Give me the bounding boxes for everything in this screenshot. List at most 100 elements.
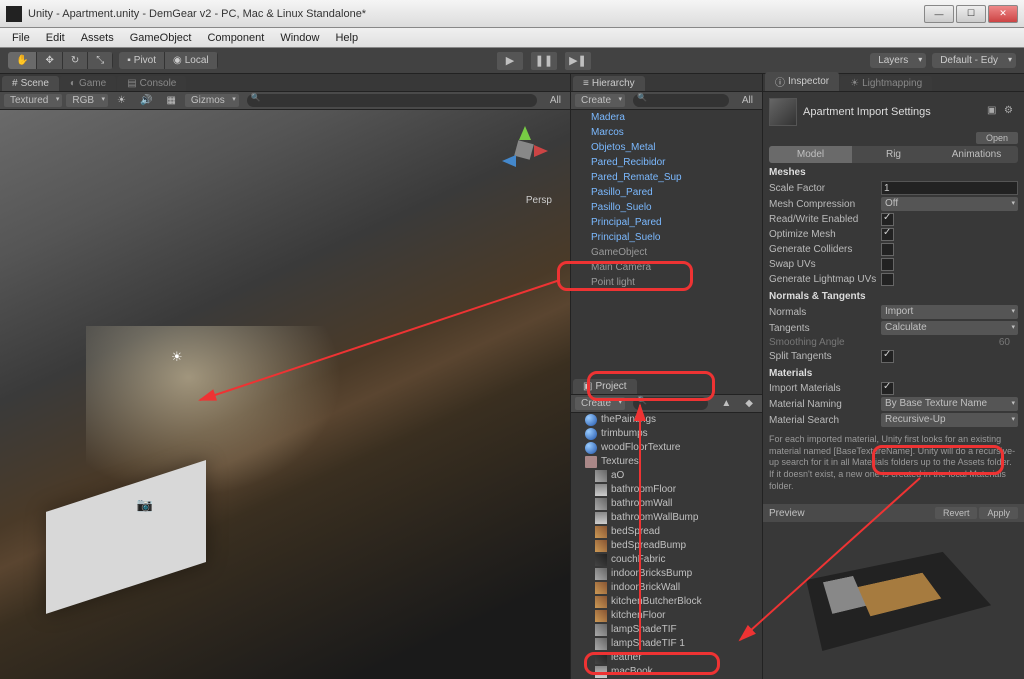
orientation-gizmo[interactable] xyxy=(494,120,554,180)
hierarchy-item[interactable]: Objetos_Metal xyxy=(571,140,762,155)
tab-project[interactable]: ▣ Project xyxy=(573,379,637,394)
project-texture[interactable]: leather xyxy=(571,651,762,665)
pause-button[interactable]: ❚❚ xyxy=(531,52,557,70)
light-toggle[interactable]: ☀ xyxy=(112,94,131,107)
generate-colliders-checkbox[interactable] xyxy=(881,243,894,256)
normals-dropdown[interactable]: Import xyxy=(881,305,1018,319)
shading-dropdown[interactable]: Textured xyxy=(4,94,62,107)
project-texture[interactable]: kitchenButcherBlock xyxy=(571,595,762,609)
optimize-mesh-checkbox[interactable] xyxy=(881,228,894,241)
gear-icon[interactable]: ⚙ xyxy=(1004,105,1018,119)
hierarchy-item[interactable]: Pared_Remate_Sup xyxy=(571,170,762,185)
project-create[interactable]: Create xyxy=(575,397,625,410)
project-texture[interactable]: bathroomWallBump xyxy=(571,511,762,525)
revert-button[interactable]: Revert xyxy=(935,507,978,519)
project-texture[interactable]: indoorBricksBump xyxy=(571,567,762,581)
tangents-dropdown[interactable]: Calculate xyxy=(881,321,1018,335)
layers-dropdown[interactable]: Layers xyxy=(870,53,926,68)
animations-tab[interactable]: Animations xyxy=(935,146,1018,163)
project-filter1[interactable]: ▲ xyxy=(716,397,736,410)
hierarchy-item[interactable]: Marcos xyxy=(571,125,762,140)
menu-assets[interactable]: Assets xyxy=(73,30,122,46)
tab-inspector[interactable]: ⓘ Inspector xyxy=(765,72,839,91)
gizmos-dropdown[interactable]: Gizmos xyxy=(185,94,239,107)
scale-tool[interactable]: ⤡ xyxy=(88,52,113,69)
hierarchy-search[interactable] xyxy=(633,94,729,107)
open-button[interactable]: Open xyxy=(976,132,1018,144)
project-search[interactable] xyxy=(633,397,708,410)
tab-scene[interactable]: # Scene xyxy=(2,76,59,91)
hierarchy-item[interactable]: Pared_Recibidor xyxy=(571,155,762,170)
rgb-dropdown[interactable]: RGB xyxy=(66,94,108,107)
hierarchy-item[interactable]: GameObject xyxy=(571,245,762,260)
hierarchy-item[interactable]: Principal_Suelo xyxy=(571,230,762,245)
scene-view[interactable]: ☀ 📷 Persp xyxy=(0,110,570,679)
project-texture[interactable]: bedSpreadBump xyxy=(571,539,762,553)
play-button[interactable]: ▶ xyxy=(497,52,523,70)
menu-help[interactable]: Help xyxy=(327,30,366,46)
tab-game[interactable]: ◐ Game xyxy=(60,76,116,91)
project-texture[interactable]: kitchenFloor xyxy=(571,609,762,623)
minimize-button[interactable]: — xyxy=(924,5,954,23)
menu-edit[interactable]: Edit xyxy=(38,30,73,46)
layout-dropdown[interactable]: Default - Edy xyxy=(932,53,1016,68)
project-texture[interactable]: indoorBrickWall xyxy=(571,581,762,595)
hierarchy-item[interactable]: Madera xyxy=(571,110,762,125)
project-texture[interactable]: bathroomFloor xyxy=(571,483,762,497)
hand-tool[interactable]: ✋ xyxy=(8,52,37,69)
hierarchy-item[interactable]: Pasillo_Suelo xyxy=(571,200,762,215)
material-naming-dropdown[interactable]: By Base Texture Name xyxy=(881,397,1018,411)
step-button[interactable]: ▶❚ xyxy=(565,52,591,70)
scene-all[interactable]: All xyxy=(545,94,566,107)
hierarchy-item[interactable]: Point light xyxy=(571,275,762,290)
project-texture[interactable]: macBook xyxy=(571,665,762,679)
audio-toggle[interactable]: 🔊 xyxy=(135,94,157,107)
menu-window[interactable]: Window xyxy=(272,30,327,46)
menu-component[interactable]: Component xyxy=(199,30,272,46)
material-search-dropdown[interactable]: Recursive-Up xyxy=(881,413,1018,427)
camera-gizmo-icon[interactable]: 📷 xyxy=(137,497,153,513)
project-item[interactable]: thePaintings xyxy=(571,413,762,427)
rotate-tool[interactable]: ↻ xyxy=(63,52,88,69)
fx-toggle[interactable]: ▦ xyxy=(161,94,180,107)
hierarchy-create[interactable]: Create xyxy=(575,94,625,107)
preview-body[interactable] xyxy=(763,522,1024,662)
maximize-button[interactable]: ☐ xyxy=(956,5,986,23)
split-tangents-checkbox[interactable] xyxy=(881,350,894,363)
project-texture[interactable]: couchFabric xyxy=(571,553,762,567)
close-button[interactable]: ✕ xyxy=(988,5,1018,23)
import-materials-checkbox[interactable] xyxy=(881,382,894,395)
hierarchy-all[interactable]: All xyxy=(737,94,758,107)
project-folder[interactable]: Textures xyxy=(571,455,762,469)
project-texture[interactable]: aO xyxy=(571,469,762,483)
swap-uvs-checkbox[interactable] xyxy=(881,258,894,271)
tab-lightmapping[interactable]: ☀ Lightmapping xyxy=(840,76,932,91)
persp-label[interactable]: Persp xyxy=(526,195,552,206)
local-toggle[interactable]: ◉ Local xyxy=(165,52,218,69)
project-texture[interactable]: lampShadeTIF xyxy=(571,623,762,637)
hierarchy-item[interactable]: Pasillo_Pared xyxy=(571,185,762,200)
apply-button[interactable]: Apply xyxy=(979,507,1018,519)
scene-search[interactable] xyxy=(247,94,537,107)
read-write-checkbox[interactable] xyxy=(881,213,894,226)
rig-tab[interactable]: Rig xyxy=(852,146,935,163)
project-item[interactable]: trimbumps xyxy=(571,427,762,441)
mesh-compression-dropdown[interactable]: Off xyxy=(881,197,1018,211)
move-tool[interactable]: ✥ xyxy=(37,52,62,69)
project-texture[interactable]: lampShadeTIF 1 xyxy=(571,637,762,651)
project-filter2[interactable]: ◆ xyxy=(740,397,758,410)
scale-factor-input[interactable] xyxy=(881,181,1018,195)
pivot-toggle[interactable]: ▪ Pivot xyxy=(119,52,165,69)
hierarchy-item[interactable]: Main Camera xyxy=(571,260,762,275)
light-gizmo-icon[interactable]: ☀ xyxy=(171,349,183,365)
model-tab[interactable]: Model xyxy=(769,146,852,163)
tab-hierarchy[interactable]: ≡ Hierarchy xyxy=(573,76,645,91)
tab-console[interactable]: ▤ Console xyxy=(117,76,186,91)
menu-file[interactable]: File xyxy=(4,30,38,46)
help-icon[interactable]: ▣ xyxy=(987,105,1001,119)
project-item[interactable]: woodFloorTexture xyxy=(571,441,762,455)
generate-lightmap-checkbox[interactable] xyxy=(881,273,894,286)
hierarchy-item[interactable]: Principal_Pared xyxy=(571,215,762,230)
menu-gameobject[interactable]: GameObject xyxy=(122,30,200,46)
project-texture[interactable]: bathroomWall xyxy=(571,497,762,511)
